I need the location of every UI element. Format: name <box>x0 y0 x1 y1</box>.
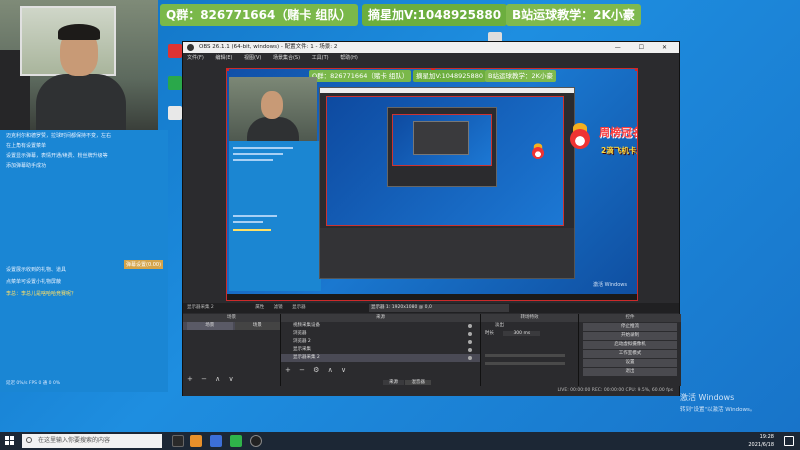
scene-list: 场景 场景 <box>183 322 280 330</box>
chat-status: 延迟 0%/s FPS 0 通 0 0% <box>6 381 61 386</box>
windows-activation-watermark: 激活 Windows 转到"设置"以激活 Windows。 <box>680 392 755 413</box>
preview-chat <box>229 141 321 291</box>
menu-view[interactable]: 视图(V) <box>244 55 261 61</box>
taskbar-app-icon[interactable] <box>210 435 222 447</box>
qq-group-banner: Q群：826771664（赌卡 组队） <box>160 4 358 26</box>
display-label: 显示器 <box>292 305 306 310</box>
taskbar-search-input[interactable]: 在这里输入你要搜索的内容 <box>22 434 162 448</box>
obs-preview-canvas[interactable]: Q群：826771664（赌卡 组队） 摘星加V:1048925880 B站运球… <box>226 68 638 301</box>
virtual-camera-button[interactable]: 启动虚拟摄像机 <box>583 341 677 349</box>
transitions-dock: 转场特效 淡出 时长 300 ms <box>481 314 579 386</box>
danmaku-chat-panel: 迈克利尔和德罗赞，拉球时间都保持不变，左右 在上角有设置菜单 设置显示弹幕，表情… <box>0 130 168 392</box>
duration-label: 时长 <box>485 331 494 336</box>
taskbar-app-icon[interactable] <box>190 435 202 447</box>
source-item[interactable]: 视频采集设备 <box>281 322 480 330</box>
promo-tip: 2滴飞机卡房管 办卡可送粉丝牌 <box>601 146 637 155</box>
desktop-app-icon[interactable] <box>168 76 182 90</box>
task-view-icon[interactable] <box>172 435 184 447</box>
obs-window-title: OBS 26.1.1 (64-bit, windows) - 配置文件: 1 -… <box>199 44 338 50</box>
chat-message: 李总：李总儿是啥哈哈竞赛呢？ <box>6 291 77 297</box>
duration-input[interactable]: 300 ms <box>503 331 541 336</box>
scenes-dock: 场景 场景 场景 + − ∧ ∨ <box>183 314 281 386</box>
source-item[interactable]: 浏览器 <box>281 330 480 338</box>
properties-button[interactable]: 属性 <box>255 305 264 310</box>
activation-subtitle: 转到"设置"以激活 Windows。 <box>680 407 756 413</box>
source-item[interactable]: 浏览器 2 <box>281 338 480 346</box>
gift-badge: 弹幕设置(0.00) <box>124 260 164 269</box>
scene-add-remove-controls[interactable]: + − ∧ ∨ <box>187 375 237 383</box>
preview-bilibili-banner: B站运球教学：2K小豪 <box>485 70 556 82</box>
wechat-icon[interactable] <box>230 435 242 447</box>
preview-qq-banner: Q群：826771664（赌卡 组队） <box>309 70 412 82</box>
obs-window[interactable]: OBS 26.1.1 (64-bit, windows) - 配置文件: 1 -… <box>182 41 681 396</box>
desktop-app-icon[interactable] <box>168 44 182 58</box>
menu-file[interactable]: 文件(F) <box>187 55 204 61</box>
start-recording-button[interactable]: 开始录制 <box>583 332 677 340</box>
source-add-remove-controls[interactable]: + − ⚙ ∧ ∨ <box>285 366 349 374</box>
notification-icon[interactable] <box>784 436 794 446</box>
clock-date: 2021/6/18 <box>748 442 774 448</box>
menu-edit[interactable]: 编辑(E) <box>215 55 232 61</box>
sources-dock: 来源 视频采集设备 浏览器 浏览器 2 显示采集 显示器采集 2 + − ⚙ ∧… <box>281 314 481 386</box>
stop-streaming-button[interactable]: 停止推流 <box>583 323 677 331</box>
chat-message: 添加弹幕助手成功 <box>6 163 47 169</box>
preview-watermark: 激活 Windows <box>593 282 627 288</box>
source-item[interactable]: 显示采集 <box>281 346 480 354</box>
scene-item[interactable]: 场景 <box>234 322 280 330</box>
controls-dock: 控件 停止推流 开始录制 启动虚拟摄像机 工作室模式 设置 退出 <box>579 314 681 386</box>
exit-button[interactable]: 退出 <box>583 368 677 376</box>
search-icon <box>26 437 32 443</box>
chat-message: 设置显示弹幕，表情开通/续费、粉丝牌升级等 <box>6 153 108 159</box>
menu-tools[interactable]: 工具(T) <box>312 55 329 61</box>
obs-logo-icon <box>187 44 194 51</box>
source-toolbar: 显示器采集 2 属性 滤镜 显示器 显示器 1: 1920x1080 @ 0,0 <box>183 303 679 313</box>
clock-time: 19:28 <box>759 434 774 440</box>
chat-message: 迈克利尔和德罗赞，拉球时间都保持不变，左右 <box>6 133 112 139</box>
chat-message: 在上角有设置菜单 <box>6 143 47 149</box>
display-select[interactable]: 显示器 1: 1920x1080 @ 0,0 <box>369 304 509 312</box>
obs-status-bar: LIVE: 00:00:00 REC: 00:00:00 CPU: 9.5%, … <box>183 386 679 396</box>
duration-row: 时长 300 ms <box>481 330 578 338</box>
windows-start-icon[interactable] <box>5 436 15 446</box>
menu-help[interactable]: 帮助(H) <box>340 55 358 61</box>
windows-taskbar: 在这里输入你要搜索的内容 19:28 2021/6/18 <box>0 432 800 450</box>
source-item[interactable]: 显示器采集 2 <box>281 354 480 362</box>
preview-webcam <box>229 77 317 143</box>
window-controls[interactable]: — ☐ ✕ <box>615 42 675 53</box>
nested-obs-preview <box>319 87 575 279</box>
filters-button[interactable]: 滤镜 <box>274 305 283 310</box>
current-source-label: 显示器采集 2 <box>187 305 214 310</box>
activation-title: 激活 Windows <box>680 393 735 402</box>
preview-wechat-banner: 摘星加V:1048925880 <box>413 70 486 82</box>
tab-mixer[interactable]: 混音器 <box>405 380 431 385</box>
scenes-dock-title: 场景 <box>183 314 280 322</box>
source-tabs: 来源 混音器 <box>383 379 431 385</box>
chat-message: 设置展示收到的礼物、道具 <box>6 267 67 273</box>
studio-mode-button[interactable]: 工作室模式 <box>583 350 677 358</box>
transition-select[interactable]: 淡出 <box>481 322 578 330</box>
desktop-app-icon[interactable] <box>168 106 182 120</box>
settings-button[interactable]: 设置 <box>583 359 677 367</box>
obs-menu-bar: 文件(F) 编辑(E) 视图(V) 场景集合(S) 工具(T) 帮助(H) <box>183 53 679 63</box>
controls-dock-title: 控件 <box>579 314 681 322</box>
chat-message: 点菜单可设置小礼物屏蔽 <box>6 279 62 285</box>
weekly-top-name: 周榜冠名：佛系渡劫huo <box>599 126 637 139</box>
tab-sources[interactable]: 来源 <box>383 380 404 385</box>
sources-dock-title: 来源 <box>281 314 480 322</box>
system-tray-clock[interactable]: 19:28 2021/6/18 <box>748 433 774 449</box>
transitions-dock-title: 转场特效 <box>481 314 578 322</box>
scene-item[interactable]: 场景 <box>187 322 233 330</box>
bilibili-banner: B站运球教学：2K小豪 <box>506 4 641 26</box>
menu-scene-collection[interactable]: 场景集合(S) <box>273 55 300 61</box>
wechat-banner: 摘星加V:1048925880 <box>362 4 508 26</box>
obs-taskbar-icon[interactable] <box>250 435 262 447</box>
obs-title-bar[interactable]: OBS 26.1.1 (64-bit, windows) - 配置文件: 1 -… <box>183 42 679 53</box>
lion-mascot-icon <box>567 123 593 155</box>
webcam-feed <box>0 0 158 130</box>
obs-docks: 场景 场景 场景 + − ∧ ∨ 来源 视频采集设备 浏览器 浏览器 2 显示采… <box>183 314 681 386</box>
preview-taskbar <box>227 294 637 300</box>
